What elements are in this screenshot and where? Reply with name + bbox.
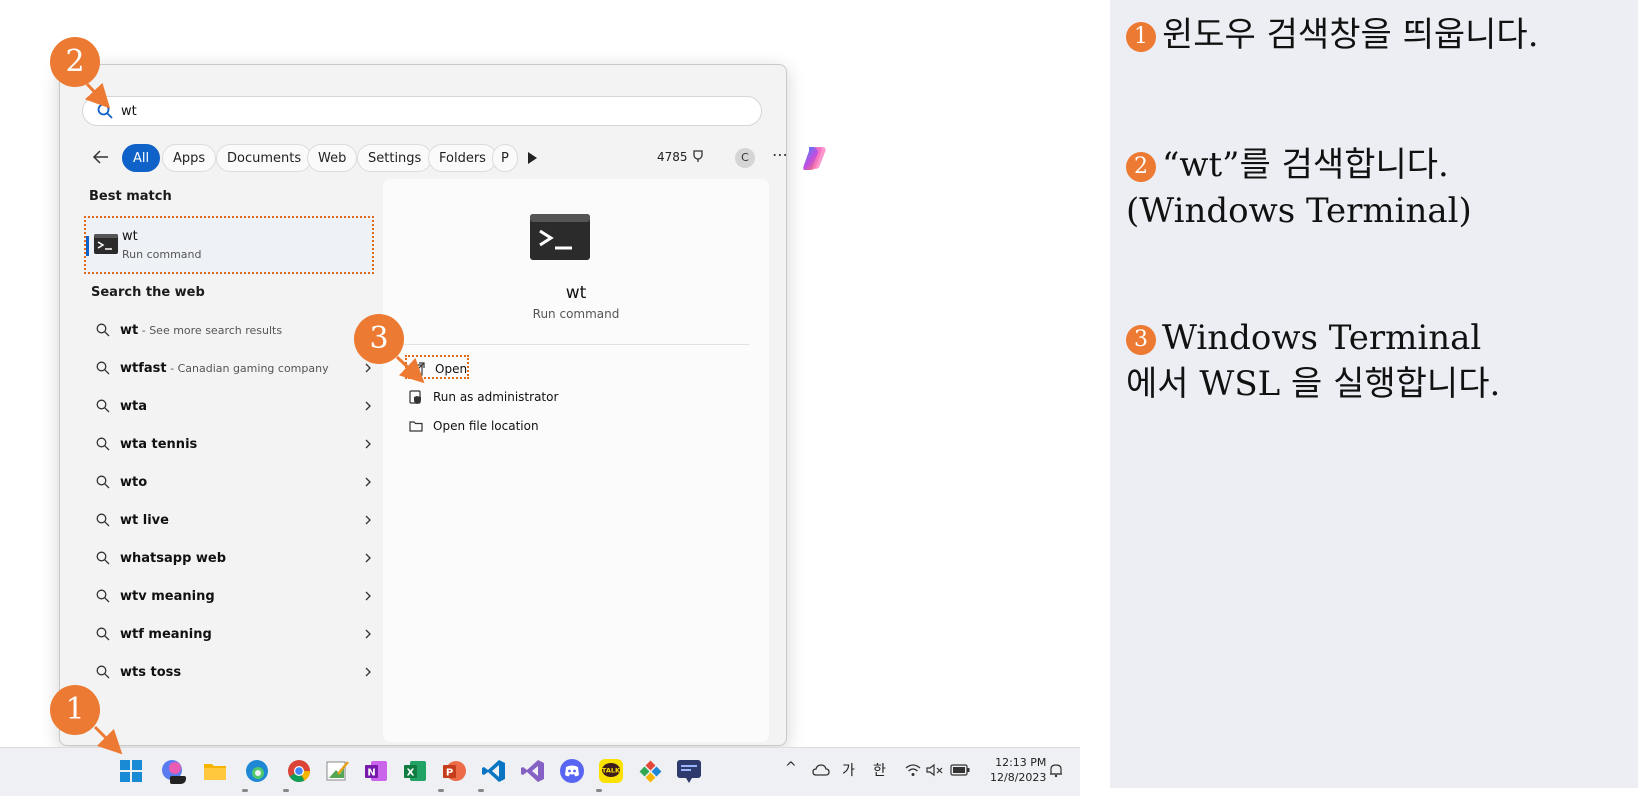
step-3-text: 3 Windows Terminal 에서 WSL 을 실행합니다. — [1126, 315, 1500, 407]
step-badge-3: 3 — [354, 314, 404, 364]
step-3-line-2: 에서 WSL 을 실행합니다. — [1126, 364, 1501, 404]
step-2-number: 2 — [1126, 152, 1156, 182]
arrow-step-2 — [84, 82, 111, 109]
step-1-line-1: 윈도우 검색창을 띄웁니다. — [1162, 15, 1539, 55]
step-3-line-1: Windows Terminal — [1162, 318, 1482, 358]
step-2-line-1: “wt”를 검색합니다. — [1162, 145, 1449, 185]
step-badge-2: 2 — [50, 37, 100, 87]
step-3-number: 3 — [1126, 325, 1156, 355]
arrow-step-1 — [93, 725, 123, 755]
step-1-number: 1 — [1126, 22, 1156, 52]
step-2-text: 2 “wt”를 검색합니다. (Windows Terminal) — [1126, 142, 1472, 234]
step-badge-1: 1 — [50, 685, 100, 735]
instructions-panel: 1 윈도우 검색창을 띄웁니다. 2 “wt”를 검색합니다. (Windows T… — [1110, 0, 1638, 788]
step-2-line-2: (Windows Terminal) — [1126, 191, 1472, 231]
arrow-step-3 — [395, 355, 425, 384]
annotation-arrows — [84, 82, 425, 755]
step-1-text: 1 윈도우 검색창을 띄웁니다. — [1126, 12, 1539, 58]
